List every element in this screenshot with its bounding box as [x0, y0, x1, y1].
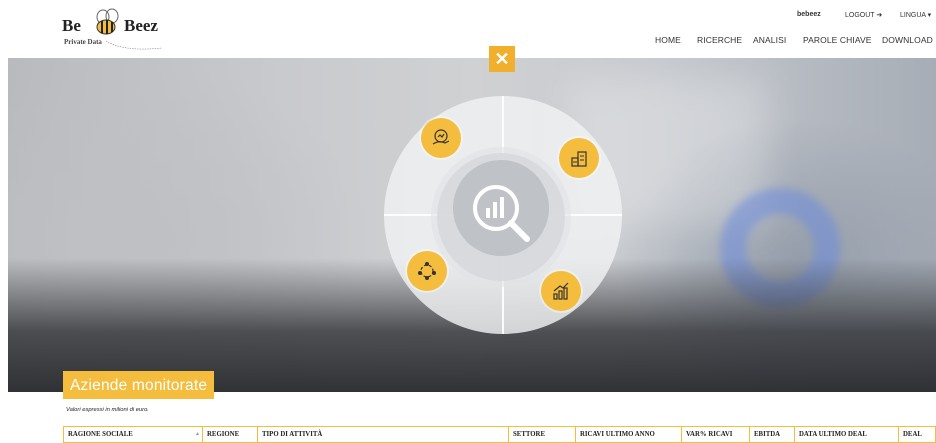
col-var-ricavi-label: VAR% RICAVI — [686, 431, 733, 438]
col-ragione-sociale-label: RAGIONE SOCIALE — [68, 431, 133, 438]
nav-parole-chiave[interactable]: PAROLE CHIAVE — [803, 35, 872, 45]
nav-analisi[interactable]: ANALISI — [753, 35, 786, 45]
col-tipo-attivita[interactable]: TIPO DI ATTIVITÀ — [258, 427, 509, 442]
nav-home[interactable]: HOME — [655, 35, 681, 45]
logo-text-be: Be — [62, 16, 81, 35]
sort-up-icon: ▲ — [195, 432, 200, 437]
nav-download[interactable]: DOWNLOAD — [882, 35, 933, 45]
col-deal-label: DEAL — [903, 431, 922, 438]
wheel-button-analysis[interactable] — [421, 118, 461, 158]
col-ebitda[interactable]: EBITDA — [750, 427, 795, 442]
user-name[interactable]: bebeez — [797, 11, 821, 18]
analysis-hand-icon — [432, 129, 450, 145]
growth-chart-icon — [553, 282, 569, 300]
nav-ricerche[interactable]: RICERCHE — [697, 35, 742, 45]
logo-subtitle: Private Data — [64, 38, 102, 46]
bebeez-logo[interactable]: Be Beez Private Data — [62, 8, 172, 52]
money-stack-icon — [571, 151, 587, 167]
col-ragione-sociale[interactable]: RAGIONE SOCIALE ▲ — [64, 427, 203, 442]
logo-text-beez: Beez — [124, 16, 158, 35]
caret-down-icon: ▾ — [927, 12, 932, 19]
col-regione-label: REGIONE — [207, 431, 240, 438]
col-ricavi-label: RICAVI ULTIMO ANNO — [580, 431, 655, 438]
section-title-box: Aziende monitorate — [63, 371, 215, 399]
col-tipo-attivita-label: TIPO DI ATTIVITÀ — [262, 431, 323, 438]
col-settore[interactable]: SETTORE — [509, 427, 576, 442]
col-var-ricavi[interactable]: VAR% RICAVI — [682, 427, 750, 442]
col-ebitda-label: EBITDA — [754, 431, 781, 438]
language-dropdown[interactable]: LINGUA ▾ — [900, 11, 931, 19]
col-ricavi-ultimo-anno[interactable]: RICAVI ULTIMO ANNO — [576, 427, 682, 442]
site-header: Be Beez Private Data bebeez LOGOUT ➜ LIN… — [0, 0, 936, 58]
search-chart-icon — [473, 185, 530, 242]
bee-icon — [96, 8, 119, 35]
wheel-button-growth[interactable] — [541, 271, 581, 311]
col-deal[interactable]: DEAL — [899, 427, 935, 442]
close-button[interactable]: ✕ — [489, 46, 515, 72]
values-note: Valori espressi in milioni di euro. — [66, 407, 149, 413]
col-regione[interactable]: REGIONE — [203, 427, 258, 442]
logout-icon: ➜ — [876, 12, 883, 19]
col-data-ultimo-deal[interactable]: DATA ULTIMO DEAL — [795, 427, 899, 442]
col-settore-label: SETTORE — [513, 431, 545, 438]
logout-link[interactable]: LOGOUT ➜ — [845, 11, 882, 19]
logo-swoosh — [105, 40, 163, 50]
wheel-button-network[interactable] — [407, 251, 447, 291]
network-cycle-icon — [418, 262, 436, 280]
section-title: Aziende monitorate — [70, 377, 208, 394]
col-data-ultimo-deal-label: DATA ULTIMO DEAL — [799, 431, 867, 438]
logout-label: LOGOUT — [845, 12, 875, 19]
companies-table-header: RAGIONE SOCIALE ▲ REGIONE TIPO DI ATTIVIT… — [63, 426, 936, 443]
lingua-label: LINGUA — [900, 12, 926, 19]
wheel-button-money[interactable] — [559, 138, 599, 178]
